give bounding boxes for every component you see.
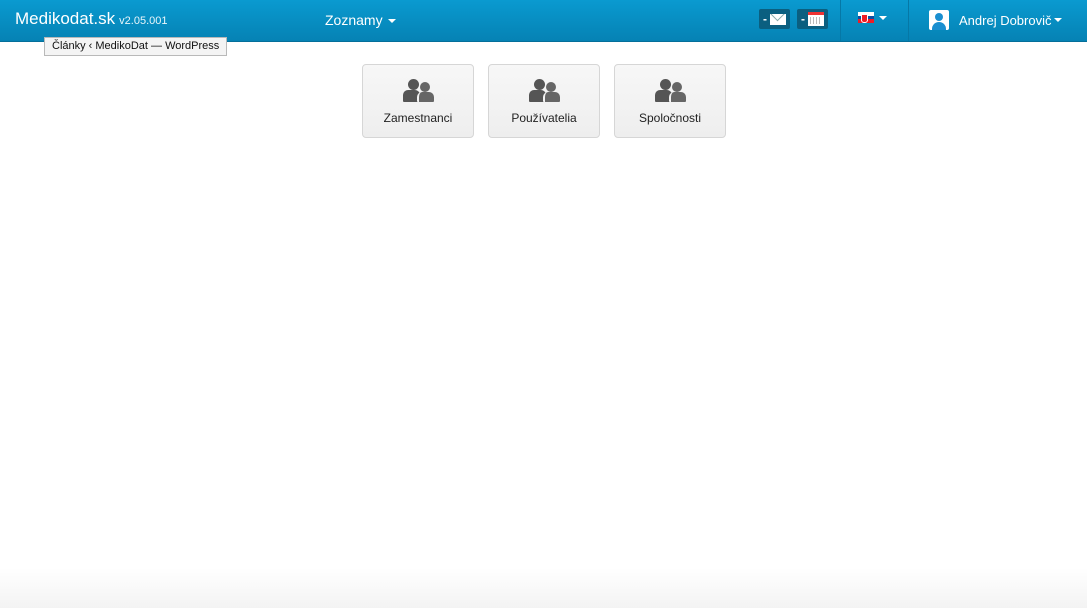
user-name: Andrej Dobrovič — [959, 12, 1052, 28]
events-count: - — [801, 12, 805, 26]
brand-link[interactable]: Medikodat.sk v2.05.001 — [15, 9, 168, 29]
users-icon — [529, 79, 560, 103]
envelope-icon — [770, 13, 786, 25]
language-dropdown[interactable] — [858, 12, 887, 23]
messages-button[interactable]: - — [759, 9, 790, 29]
users-icon — [655, 79, 686, 103]
chevron-down-icon — [879, 15, 887, 20]
menu-lists-dropdown[interactable]: Zoznamy — [325, 12, 396, 28]
messages-count: - — [763, 12, 767, 26]
bottom-shadow — [0, 568, 1087, 608]
users-icon — [403, 79, 434, 103]
chevron-down-icon — [1053, 18, 1062, 22]
calendar-icon — [808, 12, 824, 26]
tile-label: Zamestnanci — [383, 111, 453, 125]
brand-name: Medikodat.sk — [15, 9, 116, 28]
app-version: v2.05.001 — [119, 15, 168, 27]
user-avatar-icon — [929, 10, 949, 30]
tile-pouzivatelia[interactable]: Používatelia — [488, 64, 600, 138]
browser-tooltip: Články ‹ MedikoDat — WordPress — [44, 37, 228, 56]
menu-lists-label: Zoznamy — [325, 12, 383, 28]
user-menu[interactable]: Andrej Dobrovič — [929, 10, 1062, 30]
chevron-down-icon — [387, 19, 396, 24]
tile-label: Používatelia — [511, 111, 577, 125]
navbar-divider — [840, 0, 841, 41]
top-navbar: Medikodat.sk v2.05.001 Zoznamy - - Andrej… — [0, 0, 1087, 42]
tile-list: Zamestnanci Používatelia Spoločnosti — [362, 64, 726, 138]
tile-label: Spoločnosti — [638, 111, 702, 125]
tile-zamestnanci[interactable]: Zamestnanci — [362, 64, 474, 138]
navbar-divider — [908, 0, 909, 41]
tile-spolocnosti[interactable]: Spoločnosti — [614, 64, 726, 138]
slovak-flag-icon — [858, 12, 874, 23]
calendar-button[interactable]: - — [797, 9, 828, 29]
